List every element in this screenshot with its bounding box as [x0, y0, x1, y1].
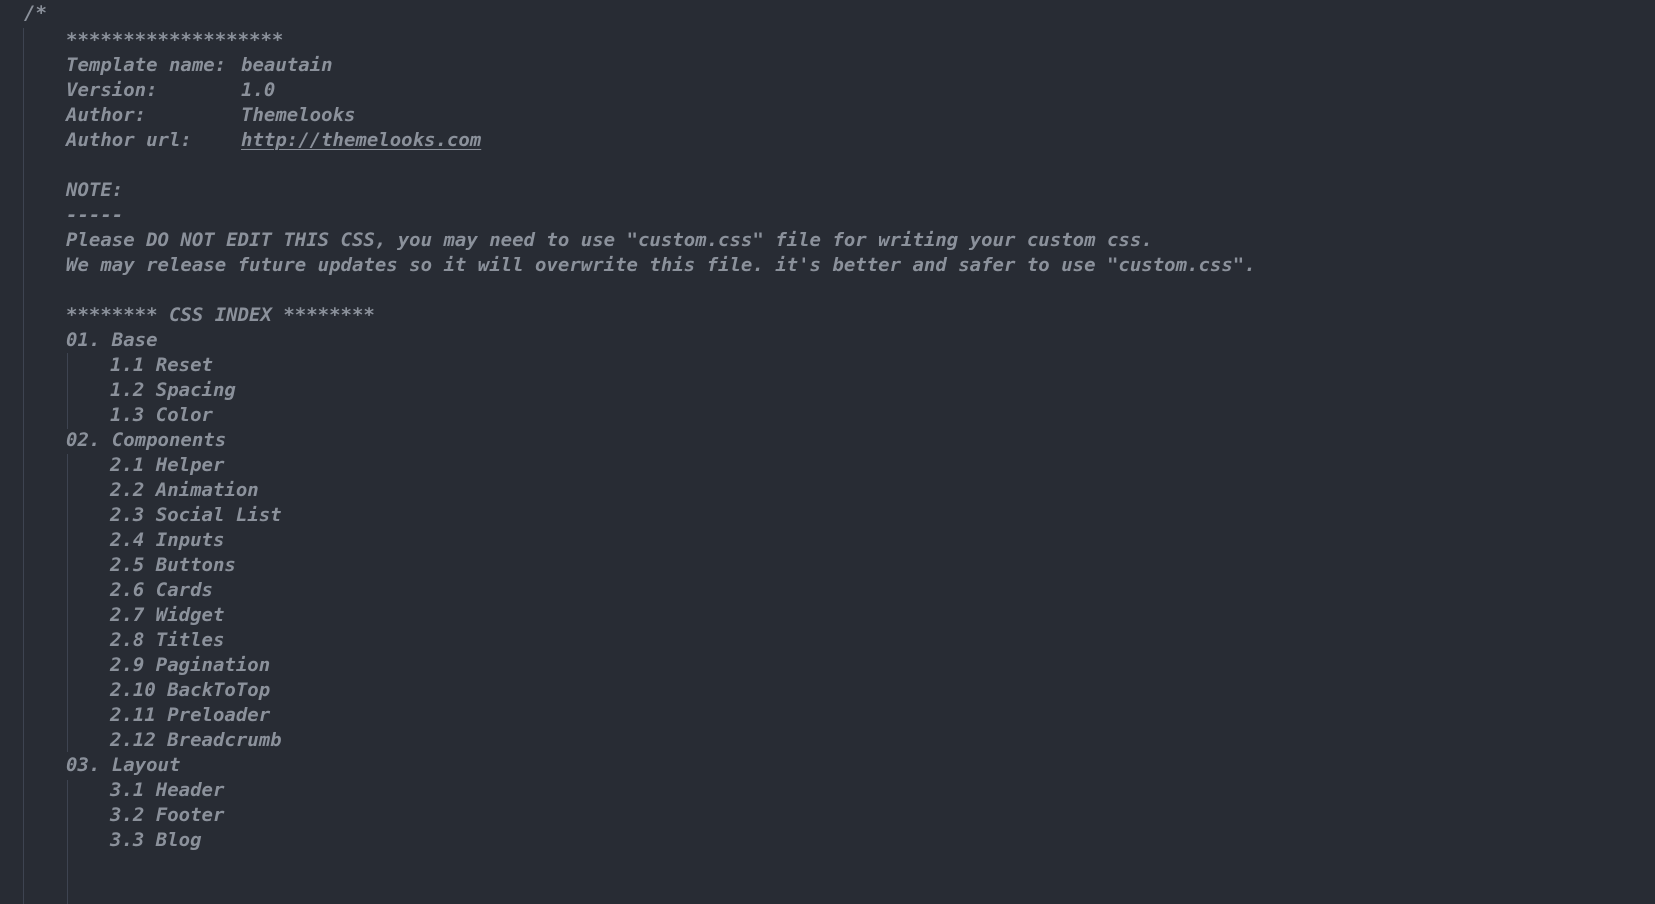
index-item: 2.3 Social List — [110, 503, 282, 526]
stars-line: ******************* — [66, 28, 284, 51]
css-index-title: ******** CSS INDEX ******** — [66, 303, 375, 326]
index-item: 3.3 Blog — [110, 828, 202, 851]
template-name-label: Template name: — [66, 53, 227, 76]
note-title: NOTE: — [66, 178, 124, 201]
index-item: 2.7 Widget — [110, 603, 225, 626]
author-url-label: Author url: — [66, 128, 192, 151]
index-item: 2.12 Breadcrumb — [110, 728, 282, 751]
index-item: 1.3 Color — [110, 403, 213, 426]
author-value: Themelooks — [241, 103, 356, 126]
index-section-base: 01. Base — [66, 328, 158, 351]
note-line-1: Please DO NOT EDIT THIS CSS, you may nee… — [66, 228, 1153, 251]
index-section-layout: 03. Layout — [66, 753, 181, 776]
index-item: 1.2 Spacing — [110, 378, 236, 401]
version-value: 1.0 — [241, 78, 276, 101]
index-item: 2.8 Titles — [110, 628, 225, 651]
code-editor[interactable]: /* ******************* Template name: be… — [0, 0, 1655, 904]
index-item: 2.6 Cards — [110, 578, 213, 601]
indent-guide-outer — [23, 28, 24, 904]
index-section-components: 02. Components — [66, 428, 227, 451]
author-url-link[interactable]: http://themelooks.com — [241, 127, 481, 153]
index-item: 2.1 Helper — [110, 453, 225, 476]
index-item: 2.11 Preloader — [110, 703, 271, 726]
index-item: 2.4 Inputs — [110, 528, 225, 551]
template-name-value: beautain — [241, 53, 333, 76]
author-label: Author: — [66, 103, 147, 126]
comment-open-line: /* — [24, 2, 47, 24]
indent-guide-layout — [67, 780, 68, 904]
version-label: Version: — [66, 78, 158, 101]
index-item: 2.9 Pagination — [110, 653, 271, 676]
indent-guide-components — [67, 454, 68, 752]
index-item: 1.1 Reset — [110, 353, 213, 376]
note-underline: ----- — [66, 203, 124, 226]
index-item: 3.2 Footer — [110, 803, 225, 826]
note-line-2: We may release future updates so it will… — [66, 253, 1256, 276]
index-item: 2.2 Animation — [110, 478, 259, 501]
index-item: 2.5 Buttons — [110, 553, 236, 576]
index-item: 2.10 BackToTop — [110, 678, 271, 701]
indent-guide-base — [67, 353, 68, 429]
index-item: 3.1 Header — [110, 778, 225, 801]
